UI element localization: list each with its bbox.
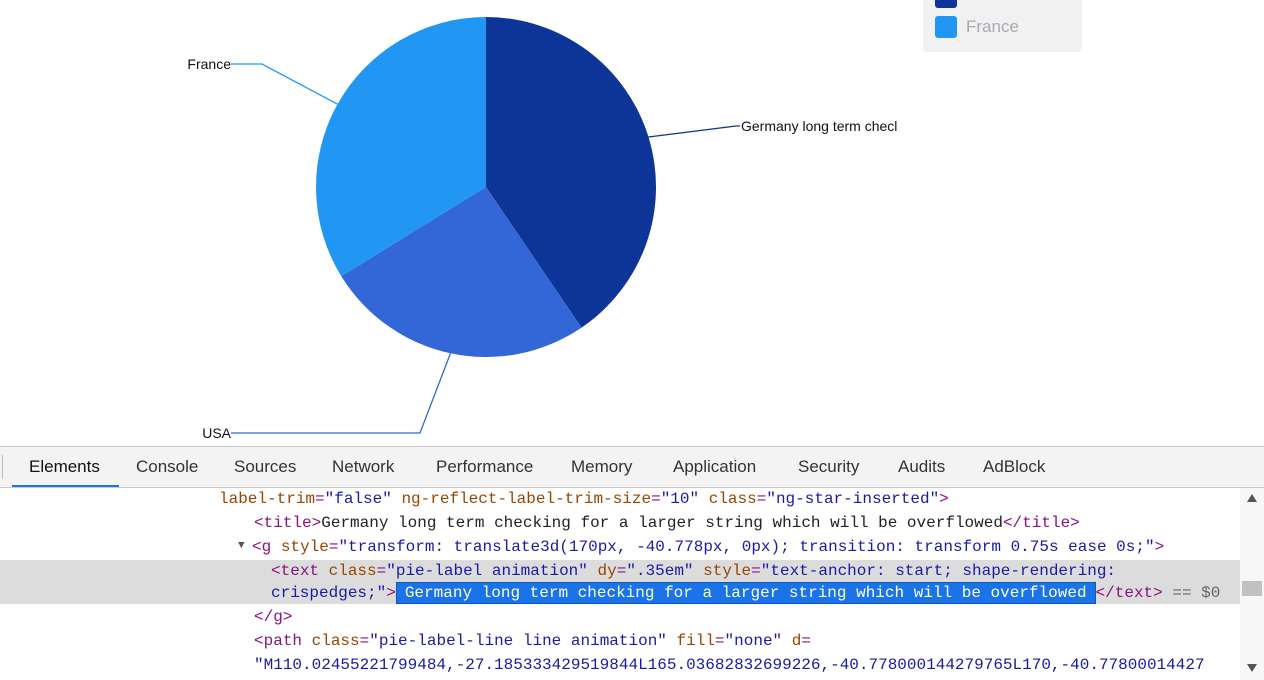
scroll-down-icon[interactable] bbox=[1247, 664, 1257, 672]
tab-security[interactable]: Security bbox=[798, 447, 859, 487]
tabbar-edge bbox=[2, 455, 3, 479]
dom-line[interactable]: label-trim="false" ng-reflect-label-trim… bbox=[219, 488, 1240, 511]
dom-line[interactable]: <g style="transform: translate3d(170px, … bbox=[252, 536, 1240, 559]
console-ref: == $0 bbox=[1162, 584, 1221, 602]
attr-value: "pie-label-line line animation" bbox=[369, 632, 667, 650]
attr-value: "none" bbox=[724, 632, 783, 650]
legend-swatch-partial bbox=[935, 0, 957, 8]
dom-tree: label-trim="false" ng-reflect-label-trim… bbox=[0, 488, 1240, 680]
tag-name: path bbox=[263, 632, 303, 650]
scroll-up-icon[interactable] bbox=[1247, 494, 1257, 502]
attr-name: class bbox=[708, 490, 757, 508]
attr-name: fill bbox=[676, 632, 715, 650]
tab-sources[interactable]: Sources bbox=[234, 447, 296, 487]
pie-label-line-usa bbox=[231, 353, 452, 434]
attr-name: style bbox=[280, 538, 329, 556]
tab-console[interactable]: Console bbox=[136, 447, 198, 487]
attr-value: "text-anchor: start; shape-rendering: bbox=[760, 562, 1117, 580]
tag-name: text bbox=[1114, 584, 1154, 602]
dom-line[interactable]: "M110.02455221799484,-27.185333429519844… bbox=[254, 654, 1240, 677]
dom-line[interactable]: <title>Germany long term checking for a … bbox=[254, 512, 1240, 535]
chart-area: Germany long term checl USA France France bbox=[0, 0, 1264, 446]
tag-name: g bbox=[261, 538, 272, 556]
dom-line-selected[interactable]: <text class="pie-label animation" dy=".3… bbox=[271, 560, 1240, 583]
selected-text-node[interactable]: Germany long term checking for a larger … bbox=[395, 582, 1096, 604]
attr-value: "ng-star-inserted" bbox=[766, 490, 940, 508]
attr-value: "10" bbox=[660, 490, 700, 508]
pie-label-line-france bbox=[231, 63, 338, 105]
attr-value: "false" bbox=[324, 490, 392, 508]
legend-swatch-france bbox=[935, 16, 957, 38]
devtools-panel: Elements Console Sources Network Perform… bbox=[0, 446, 1264, 680]
attr-name: d bbox=[791, 632, 802, 650]
chart-legend: France bbox=[923, 0, 1082, 52]
attr-value: ".35em" bbox=[626, 562, 694, 580]
dom-line[interactable]: <path class="pie-label-line line animati… bbox=[254, 630, 1240, 653]
scroll-thumb[interactable] bbox=[1242, 581, 1262, 596]
attr-name: ng-reflect-label-trim-size bbox=[401, 490, 652, 508]
pie-label-line-germany bbox=[648, 125, 740, 138]
active-tab-indicator bbox=[12, 485, 119, 487]
node-text: Germany long term checking for a larger … bbox=[321, 514, 1003, 532]
tab-network[interactable]: Network bbox=[332, 447, 394, 487]
tab-adblock[interactable]: AdBlock bbox=[983, 447, 1045, 487]
pie-label-usa: USA bbox=[202, 425, 231, 441]
tab-performance[interactable]: Performance bbox=[436, 447, 533, 487]
expand-triangle-icon[interactable]: ▼ bbox=[238, 540, 245, 552]
tab-elements[interactable]: Elements bbox=[29, 447, 100, 487]
attr-value: "M110.02455221799484,-27.185333429519844… bbox=[254, 656, 1205, 674]
attr-value: "pie-label animation" bbox=[386, 562, 588, 580]
attr-name: class bbox=[311, 632, 360, 650]
tab-memory[interactable]: Memory bbox=[571, 447, 632, 487]
attr-value: crispedges;" bbox=[271, 584, 387, 602]
vertical-scrollbar[interactable] bbox=[1240, 488, 1264, 680]
tag-name: /g bbox=[263, 608, 283, 626]
attr-value: "transform: translate3d(170px, -40.778px… bbox=[338, 538, 1155, 556]
attr-name: class bbox=[328, 562, 377, 580]
pie-chart: Germany long term checl USA France bbox=[187, 17, 897, 441]
devtools-tabbar: Elements Console Sources Network Perform… bbox=[0, 447, 1264, 488]
legend-label-france[interactable]: France bbox=[966, 17, 1019, 37]
tag-name: text bbox=[280, 562, 320, 580]
attr-name: style bbox=[703, 562, 752, 580]
attr-name: label-trim bbox=[219, 490, 316, 508]
dom-line[interactable]: </g> bbox=[254, 606, 1240, 629]
tab-audits[interactable]: Audits bbox=[898, 447, 945, 487]
pie-label-germany: Germany long term checl bbox=[741, 118, 897, 134]
dom-line-selected[interactable]: crispedges;"> Germany long term checking … bbox=[271, 582, 1240, 605]
tag-name: title bbox=[263, 514, 312, 532]
attr-name: dy bbox=[597, 562, 617, 580]
tag-name: title bbox=[1022, 514, 1071, 532]
pie-label-france: France bbox=[187, 56, 231, 72]
tab-application[interactable]: Application bbox=[673, 447, 756, 487]
